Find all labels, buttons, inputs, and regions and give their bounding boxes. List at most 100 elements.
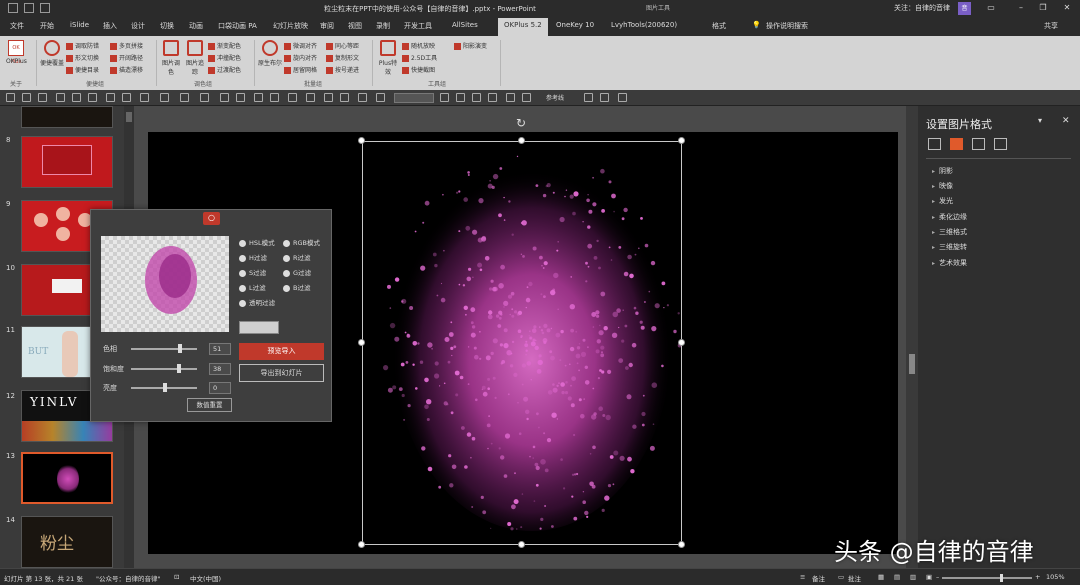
avatar[interactable]: 音 [958, 2, 971, 15]
close-icon[interactable]: ○ [203, 212, 220, 225]
tab-okplus[interactable]: OKPlus 5.2 [498, 18, 548, 36]
font-size-box[interactable] [394, 93, 434, 103]
select-icon[interactable] [254, 93, 263, 102]
close-button[interactable]: ✕ [1060, 3, 1074, 14]
convenient-cover-button[interactable]: 便捷覆盖 [40, 40, 64, 67]
snap-icon[interactable] [600, 93, 609, 102]
resize-handle[interactable] [678, 541, 685, 548]
tab-insert[interactable]: 插入 [103, 21, 117, 31]
tab-record[interactable]: 录制 [376, 21, 390, 31]
plus-effects-button[interactable]: Plus特效 [376, 40, 400, 76]
slider-thumb[interactable] [163, 383, 168, 392]
hue-slider[interactable] [131, 348, 197, 350]
italic-icon[interactable] [456, 93, 465, 102]
radio-g-filter[interactable]: G过滤 [283, 267, 311, 277]
zoom-slider-thumb[interactable] [1000, 574, 1003, 582]
resize-handle[interactable] [518, 541, 525, 548]
scrollbar-thumb[interactable] [909, 354, 915, 374]
align-left-icon[interactable] [472, 93, 481, 102]
grid-icon[interactable] [584, 93, 593, 102]
zoom-level[interactable]: 105% [1046, 573, 1065, 581]
lightness-value-input[interactable]: 0 [209, 382, 231, 394]
pane-options-icon[interactable]: ▾ [1038, 116, 1042, 125]
resize-handle[interactable] [518, 137, 525, 144]
guides-toggle[interactable]: 参考线 [546, 93, 564, 102]
notes-button[interactable]: 备注 [812, 573, 825, 583]
color-swatch[interactable] [239, 321, 279, 334]
minimize-button[interactable]: – [1014, 3, 1028, 14]
ribbon-btn[interactable]: 同心等距 [326, 41, 359, 50]
ribbon-btn[interactable]: 居留网格 [284, 65, 317, 74]
tab-lvyhtools[interactable]: LvyhTools(200620) [611, 21, 677, 29]
undo-icon[interactable] [22, 93, 31, 102]
ribbon-btn[interactable]: 2.5D工具 [402, 53, 437, 62]
distribute-icon[interactable] [88, 93, 97, 102]
radio-h-filter[interactable]: H过滤 [239, 252, 267, 262]
table-icon[interactable] [306, 93, 315, 102]
bold-icon[interactable] [440, 93, 449, 102]
section-3d-rotation[interactable]: 三维旋转 [932, 242, 967, 252]
bullets-icon[interactable] [522, 93, 531, 102]
tab-islide[interactable]: iSlide [70, 21, 89, 29]
okplus-label[interactable]: OKPlus [6, 58, 27, 65]
radio-l-filter[interactable]: L过滤 [239, 282, 266, 292]
resize-handle[interactable] [358, 339, 365, 346]
tab-allsites[interactable]: AllSites [452, 21, 478, 29]
rotate-icon[interactable] [122, 93, 131, 102]
tab-format[interactable]: 格式 [712, 21, 726, 31]
ribbon-btn[interactable]: 多页拼接 [110, 41, 143, 50]
sorter-view-icon[interactable]: ▤ [894, 573, 900, 581]
slide-thumbnail-13[interactable] [21, 452, 113, 504]
fill-icon[interactable] [340, 93, 349, 102]
zoom-in-icon[interactable]: + [1035, 573, 1040, 581]
comments-button[interactable]: 批注 [848, 573, 861, 583]
language-label[interactable]: 中文(中国) [190, 573, 221, 583]
ribbon-btn[interactable]: 复制形文 [326, 53, 359, 62]
rectangle-icon[interactable] [288, 93, 297, 102]
tab-developer[interactable]: 开发工具 [404, 21, 432, 31]
format-painter-icon[interactable] [56, 93, 65, 102]
saturation-slider[interactable] [131, 368, 197, 370]
tell-me-search[interactable]: 操作说明搜索 [766, 21, 808, 31]
tab-animations[interactable]: 动画 [189, 21, 203, 31]
normal-view-icon[interactable]: ▦ [878, 573, 884, 581]
ribbon-btn[interactable]: 过渡配色 [208, 65, 241, 74]
notes-icon[interactable]: ≡ [800, 573, 805, 581]
section-soft-edges[interactable]: 柔化边缘 [932, 212, 967, 222]
close-icon[interactable]: ✕ [1062, 116, 1070, 126]
tab-pocket-animation[interactable]: 口袋动画 PA [218, 21, 257, 31]
resize-handle[interactable] [678, 339, 685, 346]
more-icon[interactable] [618, 93, 627, 102]
fill-line-icon[interactable] [928, 138, 941, 150]
slide-thumbnail-14[interactable]: 粉尘 [21, 516, 113, 568]
zoom-slider[interactable] [942, 577, 1032, 579]
section-3d-format[interactable]: 三维格式 [932, 227, 967, 237]
paste-icon[interactable] [236, 93, 245, 102]
ribbon-btn[interactable]: 便捷目录 [66, 65, 99, 74]
tab-design[interactable]: 设计 [131, 21, 145, 31]
oval-icon[interactable] [270, 93, 279, 102]
ribbon-btn[interactable]: 微调对齐 [284, 41, 317, 50]
lasso-icon[interactable] [180, 93, 189, 102]
section-reflection[interactable]: 映像 [932, 181, 953, 191]
ribbon-btn[interactable]: 调取防错 [66, 41, 99, 50]
reset-values-button[interactable]: 数值重置 [187, 398, 232, 412]
arrange-icon[interactable] [200, 93, 209, 102]
rotate-handle-icon[interactable]: ↻ [516, 116, 526, 130]
scrollbar-thumb[interactable] [126, 112, 132, 122]
resize-handle[interactable] [358, 541, 365, 548]
font-color-icon[interactable] [376, 93, 385, 102]
copy-icon[interactable] [220, 93, 229, 102]
align-center-icon[interactable] [488, 93, 497, 102]
search-icon[interactable]: 💡 [752, 21, 761, 29]
slider-thumb[interactable] [177, 344, 182, 353]
accessibility-icon[interactable]: ⊡ [174, 573, 179, 581]
align-icon[interactable] [72, 93, 81, 102]
tab-transitions[interactable]: 切换 [160, 21, 174, 31]
effects-icon[interactable] [950, 138, 963, 150]
align-right-icon[interactable] [506, 93, 515, 102]
radio-b-filter[interactable]: B过滤 [283, 282, 310, 292]
ribbon-btn[interactable]: 形文切换 [66, 53, 99, 62]
group-icon[interactable] [106, 93, 115, 102]
tab-view[interactable]: 视图 [348, 21, 362, 31]
